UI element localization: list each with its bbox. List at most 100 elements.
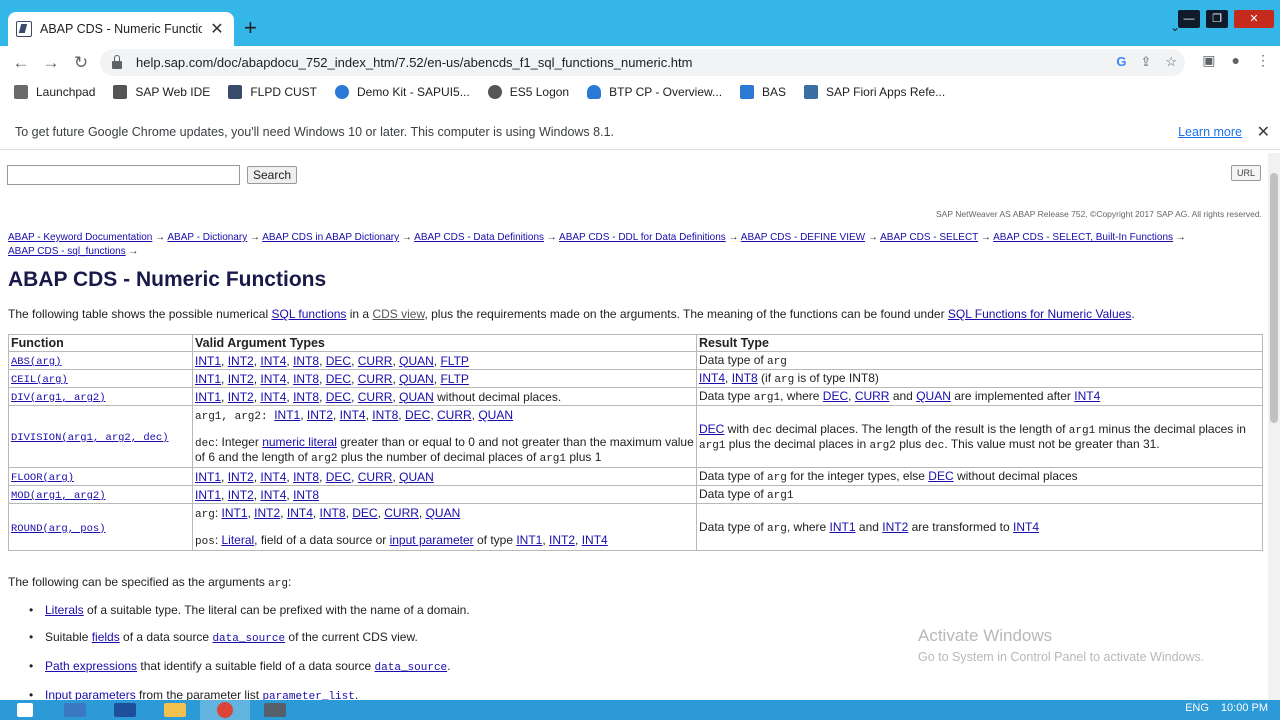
start-button[interactable]	[0, 700, 50, 720]
breadcrumb-link[interactable]: ABAP - Keyword Documentation	[8, 232, 152, 243]
type-link[interactable]: INT4	[699, 371, 725, 385]
function-link[interactable]: ABS(arg)	[11, 356, 61, 368]
type-link[interactable]: INT8	[293, 354, 319, 368]
literals-link[interactable]: Literals	[45, 603, 84, 617]
type-link[interactable]: CURR	[358, 372, 393, 386]
bookmark-item[interactable]: Launchpad	[14, 85, 95, 99]
taskbar-app[interactable]	[250, 700, 300, 720]
input-parameters-link[interactable]: Input parameters	[45, 688, 136, 700]
menu-kebab-icon[interactable]: ⋮	[1256, 52, 1270, 69]
type-link[interactable]: QUAN	[399, 390, 434, 404]
type-link[interactable]: INT2	[254, 506, 280, 520]
type-link[interactable]: CURR	[384, 506, 419, 520]
type-link[interactable]: QUAN	[399, 354, 434, 368]
bookmark-item[interactable]: BAS	[740, 85, 786, 99]
cds-view-link[interactable]: CDS view	[372, 307, 424, 321]
new-tab-icon[interactable]: +	[244, 17, 257, 39]
type-link[interactable]: QUAN	[399, 470, 434, 484]
bookmark-item[interactable]: BTP CP - Overview...	[587, 85, 722, 99]
clock[interactable]: 10:00 PM	[1221, 702, 1268, 714]
bookmark-item[interactable]: FLPD CUST	[228, 85, 317, 99]
type-link[interactable]: CURR	[855, 389, 890, 403]
taskbar-app[interactable]	[150, 700, 200, 720]
url-button[interactable]: URL	[1230, 165, 1261, 181]
breadcrumb-link[interactable]: ABAP CDS - SELECT, Built-In Functions	[993, 232, 1173, 243]
share-icon[interactable]: ⇪	[1140, 54, 1151, 70]
search-button[interactable]: Search	[247, 166, 298, 184]
close-infobar-icon[interactable]: ✕	[1257, 122, 1270, 142]
type-link[interactable]: DEC	[928, 469, 953, 483]
type-link[interactable]: INT8	[732, 371, 758, 385]
profile-icon[interactable]: ●	[1232, 52, 1240, 69]
type-link[interactable]: INT1	[195, 354, 221, 368]
url-text[interactable]: help.sap.com/doc/abapdocu_752_index_htm/…	[136, 55, 692, 70]
google-icon[interactable]: G	[1116, 54, 1126, 70]
close-window-icon[interactable]: ✕	[1234, 10, 1274, 28]
search-input[interactable]	[7, 165, 240, 185]
learn-more-link[interactable]: Learn more	[1178, 125, 1242, 139]
scrollbar-thumb[interactable]	[1270, 173, 1278, 423]
reload-icon[interactable]: ↻	[66, 53, 96, 73]
breadcrumb-link[interactable]: ABAP CDS - sql_functions	[8, 246, 126, 257]
breadcrumb-link[interactable]: ABAP - Dictionary	[167, 232, 247, 243]
type-link[interactable]: INT1	[195, 390, 221, 404]
type-link[interactable]: CURR	[358, 390, 393, 404]
type-link[interactable]: DEC	[326, 390, 351, 404]
type-link[interactable]: INT8	[293, 488, 319, 502]
function-link[interactable]: DIV(arg1, arg2)	[11, 392, 106, 404]
type-link[interactable]: DEC	[326, 354, 351, 368]
fields-link[interactable]: fields	[92, 630, 120, 644]
back-arrow-icon[interactable]: ←	[6, 53, 36, 73]
breadcrumb-link[interactable]: ABAP CDS in ABAP Dictionary	[262, 232, 399, 243]
type-link[interactable]: INT4	[260, 488, 286, 502]
type-link[interactable]: DEC	[326, 372, 351, 386]
bookmark-item[interactable]: SAP Web IDE	[113, 85, 210, 99]
type-link[interactable]: INT2	[228, 372, 254, 386]
type-link[interactable]: INT1	[195, 372, 221, 386]
type-link[interactable]: INT1	[516, 533, 542, 547]
type-link[interactable]: QUAN	[426, 506, 461, 520]
path-expressions-link[interactable]: Path expressions	[45, 659, 137, 673]
bookmark-star-icon[interactable]: ☆	[1165, 54, 1177, 70]
type-link[interactable]: INT2	[228, 390, 254, 404]
bookmark-item[interactable]: Demo Kit - SAPUI5...	[335, 85, 470, 99]
type-link[interactable]: INT2	[228, 354, 254, 368]
type-link[interactable]: INT8	[293, 372, 319, 386]
type-link[interactable]: INT4	[260, 470, 286, 484]
type-link[interactable]: INT4	[582, 533, 608, 547]
address-bar[interactable]: help.sap.com/doc/abapdocu_752_index_htm/…	[100, 49, 1185, 76]
bookmark-item[interactable]: ES5 Logon	[487, 85, 569, 99]
type-link[interactable]: INT2	[307, 408, 333, 422]
type-link[interactable]: INT2	[228, 470, 254, 484]
function-link[interactable]: ROUND(arg, pos)	[11, 523, 106, 535]
sql-functions-link[interactable]: SQL functions	[271, 307, 346, 321]
type-link[interactable]: CURR	[358, 470, 393, 484]
type-link[interactable]: INT1	[195, 488, 221, 502]
bookmark-item[interactable]: SAP Fiori Apps Refe...	[804, 85, 945, 99]
type-link[interactable]: DEC	[326, 470, 351, 484]
side-panel-icon[interactable]: ▣	[1202, 52, 1215, 69]
type-link[interactable]: CURR	[358, 354, 393, 368]
type-link[interactable]: INT1	[221, 506, 247, 520]
type-link[interactable]: DEC	[699, 422, 724, 436]
function-link[interactable]: MOD(arg1, arg2)	[11, 490, 106, 502]
type-link[interactable]: INT8	[372, 408, 398, 422]
type-link[interactable]: DEC	[823, 389, 848, 403]
sql-numeric-functions-link[interactable]: SQL Functions for Numeric Values	[948, 307, 1131, 321]
type-link[interactable]: INT4	[260, 372, 286, 386]
forward-arrow-icon[interactable]: →	[36, 53, 66, 73]
type-link[interactable]: INT4	[1074, 389, 1100, 403]
type-link[interactable]: INT4	[287, 506, 313, 520]
type-link[interactable]: CURR	[437, 408, 472, 422]
type-link[interactable]: DEC	[352, 506, 377, 520]
type-link[interactable]: INT4	[1013, 520, 1039, 534]
browser-tab[interactable]: ABAP CDS - Numeric Functions ✕	[8, 12, 234, 46]
breadcrumb-link[interactable]: ABAP CDS - Data Definitions	[414, 232, 544, 243]
breadcrumb-link[interactable]: ABAP CDS - DEFINE VIEW	[741, 232, 865, 243]
type-link[interactable]: DEC	[405, 408, 430, 422]
type-link[interactable]: FLTP	[440, 354, 468, 368]
type-link[interactable]: INT1	[195, 470, 221, 484]
type-link[interactable]: FLTP	[440, 372, 468, 386]
type-link[interactable]: QUAN	[399, 372, 434, 386]
function-link[interactable]: DIVISION(arg1, arg2, dec)	[11, 432, 169, 444]
